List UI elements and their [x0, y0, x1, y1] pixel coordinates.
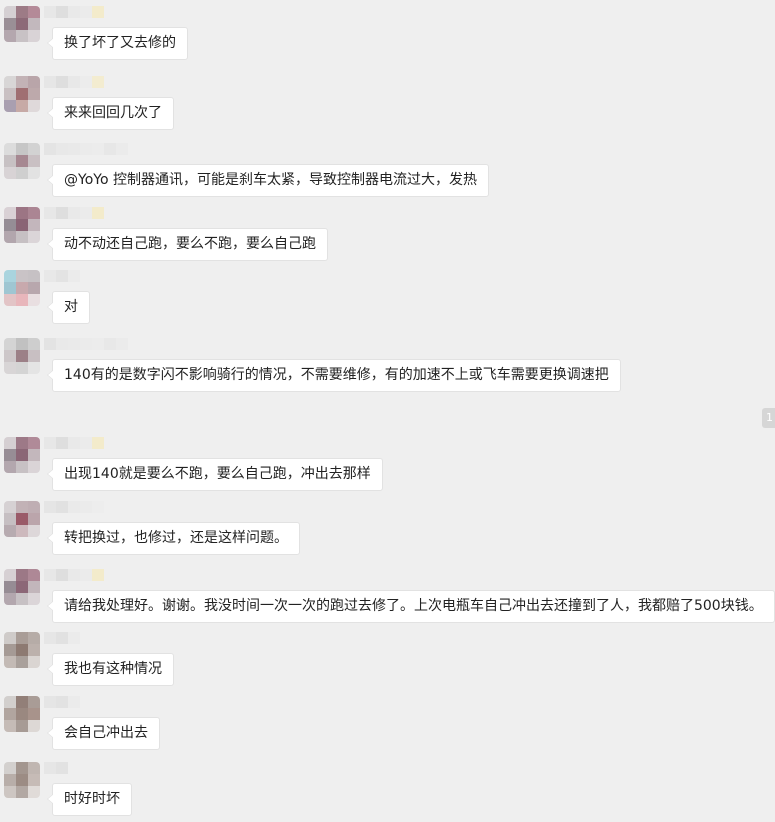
sender-name	[44, 6, 104, 18]
avatar[interactable]	[4, 437, 40, 473]
message-bubble[interactable]: @YoYo 控制器通讯，可能是刹车太紧，导致控制器电流过大，发热	[47, 164, 489, 197]
message-bubble[interactable]: 请给我处理好。谢谢。我没时间一次一次的跑过去修了。上次电瓶车自己冲出去还撞到了人…	[47, 590, 775, 623]
sender-name	[44, 143, 128, 155]
sender-name	[44, 632, 80, 644]
avatar[interactable]	[4, 338, 40, 374]
avatar[interactable]	[4, 6, 40, 42]
sender-name	[44, 76, 104, 88]
sender-name	[44, 762, 68, 774]
message-bubble[interactable]: 动不动还自己跑，要么不跑，要么自己跑	[47, 228, 328, 261]
avatar[interactable]	[4, 696, 40, 732]
sender-name	[44, 270, 80, 282]
message-bubble[interactable]: 时好时坏	[47, 783, 132, 816]
avatar[interactable]	[4, 569, 40, 605]
avatar[interactable]	[4, 632, 40, 668]
avatar[interactable]	[4, 207, 40, 243]
chat-message: 会自己冲出去	[0, 696, 775, 756]
message-bubble[interactable]: 我也有这种情况	[47, 653, 174, 686]
chat-message: 请给我处理好。谢谢。我没时间一次一次的跑过去修了。上次电瓶车自己冲出去还撞到了人…	[0, 569, 775, 629]
message-bubble[interactable]: 对	[47, 291, 90, 324]
chat-message: 我也有这种情况	[0, 632, 775, 692]
avatar[interactable]	[4, 143, 40, 179]
sender-name	[44, 501, 104, 513]
chat-message: 转把换过，也修过，还是这样问题。	[0, 501, 775, 561]
message-bubble[interactable]: 来来回回几次了	[47, 97, 174, 130]
sender-name	[44, 696, 80, 708]
avatar[interactable]	[4, 501, 40, 537]
chat-message: 换了坏了又去修的	[0, 6, 775, 66]
sender-name	[44, 569, 104, 581]
sender-name	[44, 207, 104, 219]
message-bubble[interactable]: 会自己冲出去	[47, 717, 160, 750]
message-bubble[interactable]: 转把换过，也修过，还是这样问题。	[47, 522, 300, 555]
avatar[interactable]	[4, 270, 40, 306]
chat-message: 对	[0, 270, 775, 330]
chat-message: 140有的是数字闪不影响骑行的情况，不需要维修，有的加速不上或飞车需要更换调速把	[0, 338, 775, 398]
chat-message: 来来回回几次了	[0, 76, 775, 136]
message-bubble[interactable]: 出现140就是要么不跑，要么自己跑，冲出去那样	[47, 458, 383, 491]
chat-message: 时好时坏	[0, 762, 775, 822]
sender-name	[44, 338, 128, 350]
unread-count-badge[interactable]: 1	[762, 408, 775, 428]
message-bubble[interactable]: 140有的是数字闪不影响骑行的情况，不需要维修，有的加速不上或飞车需要更换调速把	[47, 359, 621, 392]
sender-name	[44, 437, 104, 449]
avatar[interactable]	[4, 76, 40, 112]
chat-message: @YoYo 控制器通讯，可能是刹车太紧，导致控制器电流过大，发热	[0, 143, 775, 203]
message-bubble[interactable]: 换了坏了又去修的	[47, 27, 188, 60]
chat-message: 出现140就是要么不跑，要么自己跑，冲出去那样	[0, 437, 775, 497]
avatar[interactable]	[4, 762, 40, 798]
chat-message: 动不动还自己跑，要么不跑，要么自己跑	[0, 207, 775, 267]
